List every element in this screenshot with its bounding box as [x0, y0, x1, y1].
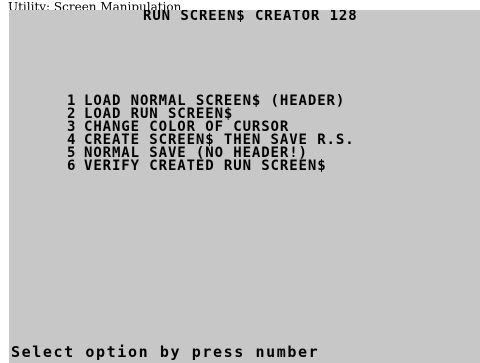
menu-option-change-cursor-color[interactable]: 3 CHANGE COLOR OF CURSOR [11, 108, 355, 134]
option-label: VERIFY CREATED RUN SCREEN$ [83, 158, 327, 174]
menu-option-load-run-screen[interactable]: 2 LOAD RUN SCREEN$ [11, 95, 355, 121]
emulator-screen[interactable]: RUN SCREEN$ CREATOR 128 1 LOAD NORMAL SCR… [9, 10, 480, 363]
menu-option-verify-run-screen[interactable]: 6 VERIFY CREATED RUN SCREEN$ [11, 147, 355, 173]
input-prompt: Select option by press number [11, 343, 320, 361]
menu-option-load-normal-screen[interactable]: 1 LOAD NORMAL SCREEN$ (HEADER) [11, 82, 355, 108]
option-menu: 1 LOAD NORMAL SCREEN$ (HEADER) 2 LOAD RUN … [11, 82, 355, 173]
menu-option-create-screen-save[interactable]: 4 CREATE SCREEN$ THEN SAVE R.S. [11, 121, 355, 147]
option-number: 6 [66, 158, 77, 174]
menu-option-normal-save[interactable]: 5 NORMAL SAVE (NO HEADER!) [11, 134, 355, 160]
program-header: RUN SCREEN$ CREATOR 128 [143, 10, 358, 24]
